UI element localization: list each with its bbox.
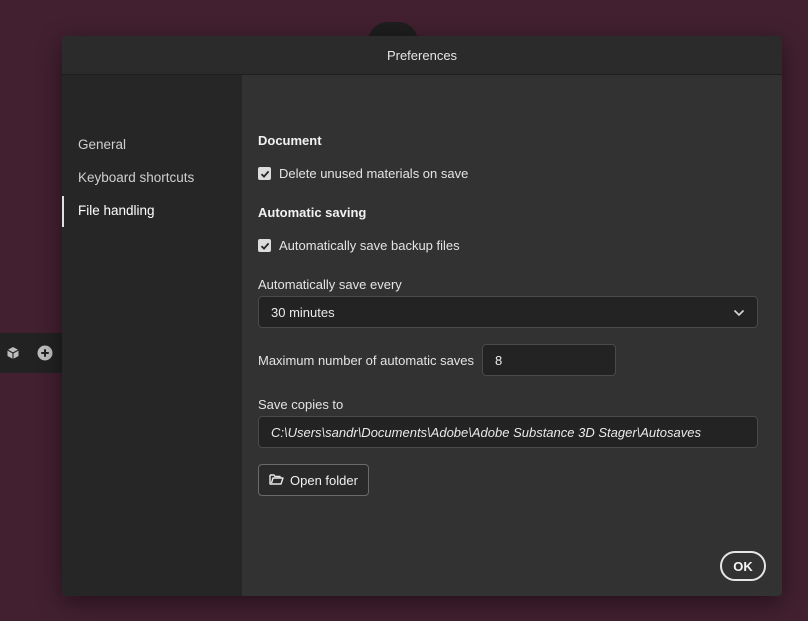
ok-button[interactable]: OK [720,551,766,581]
sidebar-item-label: Keyboard shortcuts [78,170,195,185]
save-interval-select[interactable]: 30 minutes [258,296,758,328]
checkmark-icon[interactable] [258,167,271,180]
delete-unused-checkbox-row[interactable]: Delete unused materials on save [258,166,468,181]
folder-open-icon [269,473,284,488]
save-copies-path: C:\Users\sandr\Documents\Adobe\Adobe Sub… [271,424,701,440]
sidebar-item-label: File handling [78,203,155,218]
auto-backup-label: Automatically save backup files [279,238,460,253]
sidebar-item-file-handling[interactable]: File handling [62,194,242,227]
save-every-label: Automatically save every [258,277,402,292]
save-copies-label: Save copies to [258,397,344,412]
sidebar-item-keyboard-shortcuts[interactable]: Keyboard shortcuts [62,161,242,194]
save-copies-path-field[interactable]: C:\Users\sandr\Documents\Adobe\Adobe Sub… [258,416,758,448]
open-folder-label: Open folder [290,472,358,488]
open-folder-button[interactable]: Open folder [258,464,369,496]
max-saves-label: Maximum number of automatic saves [258,352,475,368]
preferences-dialog: Preferences General Keyboard shortcuts F… [62,36,782,596]
section-title-document: Document [258,133,322,148]
save-interval-value: 30 minutes [271,304,335,320]
cube-icon[interactable] [4,344,22,362]
sidebar-item-label: General [78,137,127,152]
chevron-down-icon [733,305,745,320]
side-toolbar [0,333,62,373]
max-saves-row: Maximum number of automatic saves 8 [258,344,617,376]
auto-backup-checkbox-row[interactable]: Automatically save backup files [258,238,460,253]
sidebar-item-general[interactable]: General [62,128,242,161]
checkmark-icon[interactable] [258,239,271,252]
delete-unused-label: Delete unused materials on save [279,166,469,181]
add-circle-icon[interactable] [36,344,54,362]
section-title-automatic-saving: Automatic saving [258,205,367,220]
preferences-content: Document Delete unused materials on save… [242,75,782,596]
preferences-sidebar: General Keyboard shortcuts File handling [62,75,242,596]
dialog-title: Preferences [62,36,782,75]
max-saves-input[interactable]: 8 [482,344,617,376]
